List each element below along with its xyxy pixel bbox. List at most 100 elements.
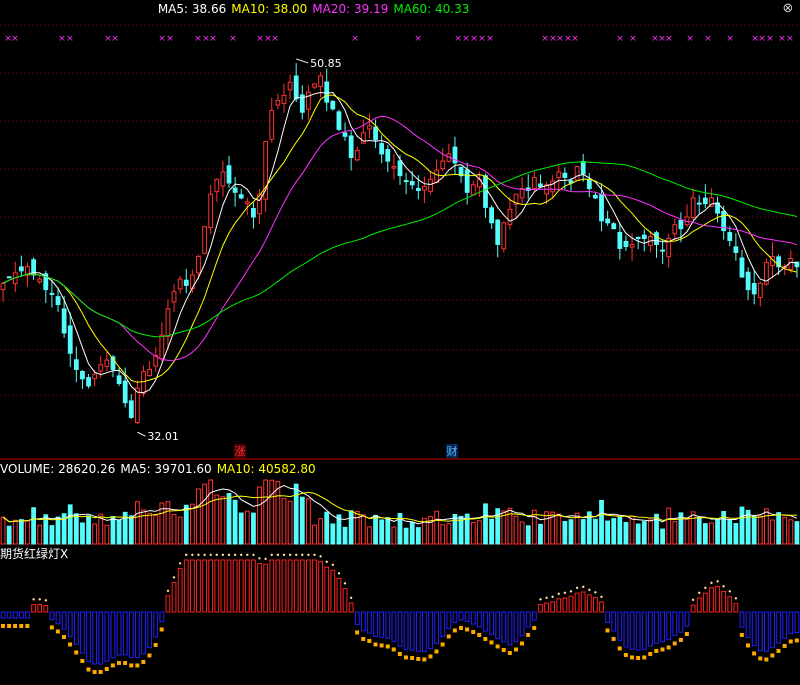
indicator-dot-46: •: [282, 551, 287, 560]
indicator-dot-12: ▪: [74, 647, 79, 656]
indicator-bar-79: [483, 611, 488, 632]
volume-bar-53: [324, 511, 330, 545]
volume-bar-91: [556, 513, 562, 545]
top-mark-19: ×: [470, 34, 478, 44]
volume-bar-28: [171, 513, 177, 545]
candle-20: [122, 380, 128, 404]
indicator-dot-11: ▪: [68, 639, 73, 648]
volume-bar-62: [379, 519, 385, 545]
volume-bar-6: [37, 524, 43, 545]
candle-53: [324, 81, 330, 103]
candle-57: [348, 135, 354, 159]
candle-104: [635, 236, 641, 239]
indicator-bar-93: [568, 595, 574, 613]
indicator-bar-75: [458, 611, 464, 621]
volume-bar-2: [12, 519, 18, 545]
indicator-dot-39: •: [239, 551, 244, 560]
volume-bar-78: [476, 520, 482, 545]
indicator-dot-38: •: [233, 551, 238, 560]
indicator-dot-107: ▪: [654, 646, 659, 655]
volume-bar-101: [617, 516, 623, 545]
indicator-dot-106: ▪: [648, 649, 653, 658]
candle-70: [428, 178, 433, 192]
indicator-dot-83: ▪: [507, 648, 512, 657]
indicator-dot-110: ▪: [672, 639, 677, 648]
indicator-bar-8: [49, 611, 55, 621]
volume-bar-24: [147, 512, 153, 545]
indicator-dot-54: •: [330, 561, 335, 570]
top-mark-39: ×: [786, 34, 794, 44]
volume-bar-42: [257, 486, 262, 545]
indicator-dot-40: •: [245, 551, 250, 560]
indicator-dot-21: ▪: [129, 661, 134, 670]
volume-bar-36: [220, 496, 226, 545]
volume-bar-45: [275, 481, 281, 545]
indicator-bar-76: [464, 611, 470, 622]
candle-108: [660, 249, 665, 252]
indicator-dot-89: •: [544, 594, 549, 603]
indicator-bar-33: [202, 559, 207, 613]
top-mark-3: ×: [66, 34, 74, 44]
indicator-dot-26: ▪: [159, 625, 164, 634]
indicator-bar-41: [251, 559, 256, 613]
indicator-bar-15: [92, 611, 98, 665]
indicator-dot-41: •: [251, 551, 256, 560]
indicator-bar-90: [550, 601, 556, 613]
top-mark-31: ×: [665, 34, 673, 44]
indicator-dot-105: ▪: [642, 653, 647, 662]
indicator-dot-119: •: [727, 588, 732, 597]
candle-47: [287, 81, 293, 91]
candle-28: [171, 291, 177, 303]
candle-91: [556, 171, 562, 179]
high-label: 50.85: [310, 57, 342, 70]
candle-44: [269, 110, 275, 140]
candle-8: [49, 292, 55, 295]
indicator-dot-114: •: [697, 589, 702, 598]
volume-bar-41: [251, 512, 256, 545]
indicator-bar-117: [715, 585, 720, 613]
volume-bar-88: [538, 523, 543, 545]
indicator-bar-66: [403, 611, 409, 650]
ma-label-3: MA60: 40.33: [393, 2, 470, 16]
indicator-bar-86: [525, 611, 531, 628]
indicator-bar-94: [574, 592, 580, 613]
indicator-bar-72: [440, 611, 446, 637]
indicator-dot-108: ▪: [660, 645, 665, 654]
candle-81: [495, 219, 501, 245]
candle-69: [422, 186, 427, 191]
indicator-dot-96: •: [587, 586, 592, 595]
close-icon[interactable]: ⊗: [780, 1, 796, 17]
indicator-dot-48: •: [294, 551, 299, 560]
volume-bar-22: [135, 501, 140, 545]
top-mark-38: ×: [778, 34, 786, 44]
indicator-bar-73: [446, 611, 452, 630]
indicator-dot-79: ▪: [483, 634, 488, 643]
indicator-dot-44: •: [269, 551, 274, 560]
indicator-dot-2: ▪: [13, 621, 18, 630]
low-label: 32.01: [147, 430, 179, 443]
top-mark-12: ×: [256, 34, 264, 44]
indicator-bar-89: [544, 602, 549, 613]
indicator-bar-13: [80, 611, 85, 654]
candle-115: [702, 197, 708, 205]
candle-37: [226, 165, 232, 184]
indicator-dot-70: ▪: [428, 652, 433, 661]
candle-27: [165, 308, 171, 338]
candle-79: [483, 175, 488, 208]
volume-bar-115: [702, 523, 708, 545]
indicator-bar-40: [244, 559, 250, 613]
indicator-dot-94: •: [575, 584, 580, 593]
indicator-dot-87: ▪: [532, 623, 537, 632]
volume-bar-116: [709, 522, 714, 545]
volume-bar-33: [202, 483, 207, 545]
candle-34: [208, 193, 214, 229]
indicator-dot-56: •: [343, 580, 348, 589]
volume-bar-130: [794, 521, 800, 545]
indicator-bar-26: [159, 611, 165, 623]
ma5-line: [2, 91, 797, 394]
volume-bar-124: [757, 515, 763, 545]
indicator-bar-121: [739, 611, 745, 628]
indicator-dot-29: •: [178, 559, 183, 568]
top-mark-33: ×: [704, 34, 712, 44]
indicator-dot-47: •: [288, 551, 293, 560]
